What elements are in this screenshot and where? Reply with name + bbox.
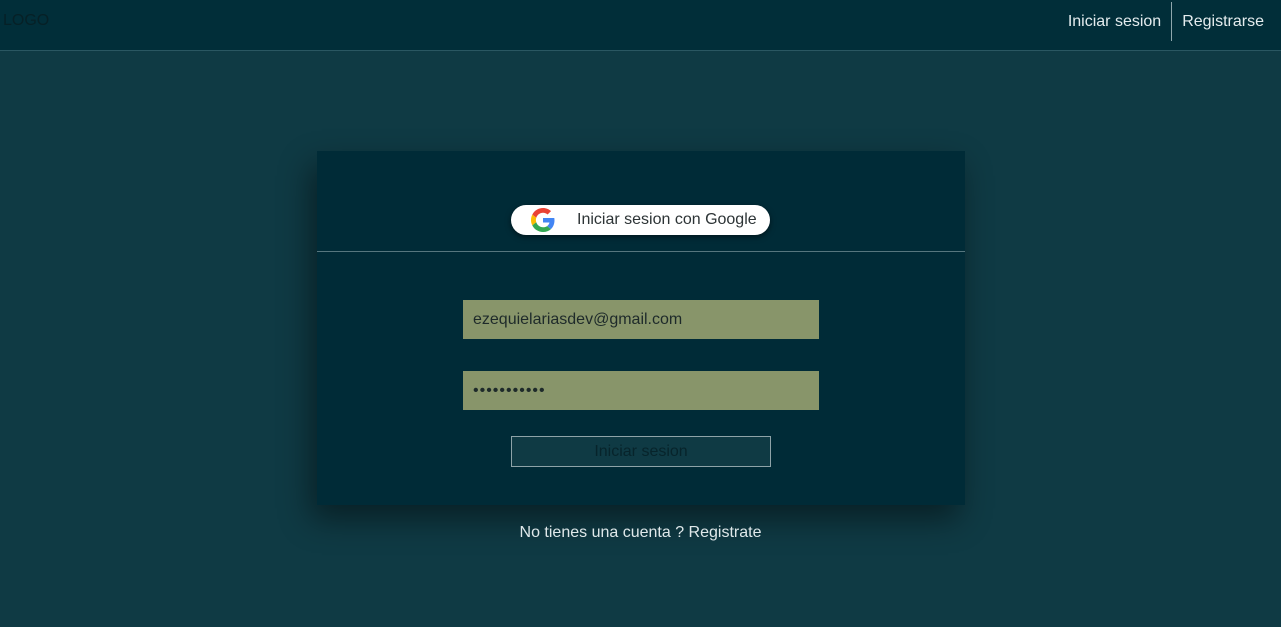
- register-prompt: No tienes una cuenta ? Registrate: [0, 524, 1281, 542]
- divider: [317, 251, 965, 252]
- email-field[interactable]: [463, 300, 819, 339]
- nav-login-link[interactable]: Iniciar sesion: [1058, 2, 1171, 41]
- password-field[interactable]: [463, 371, 819, 410]
- google-icon: [531, 208, 555, 232]
- register-link[interactable]: Registrate: [689, 524, 762, 541]
- login-card: Iniciar sesion con Google Iniciar sesion: [317, 151, 965, 505]
- google-signin-label: Iniciar sesion con Google: [577, 211, 757, 228]
- login-button[interactable]: Iniciar sesion: [511, 436, 771, 467]
- top-navbar: LOGO Iniciar sesion Registrarse: [0, 0, 1281, 51]
- register-prompt-text: No tienes una cuenta ?: [519, 524, 685, 541]
- google-signin-button[interactable]: Iniciar sesion con Google: [511, 205, 770, 235]
- nav-register-link[interactable]: Registrarse: [1172, 2, 1274, 41]
- nav-links: Iniciar sesion Registrarse: [1058, 2, 1274, 41]
- logo[interactable]: LOGO: [3, 12, 49, 30]
